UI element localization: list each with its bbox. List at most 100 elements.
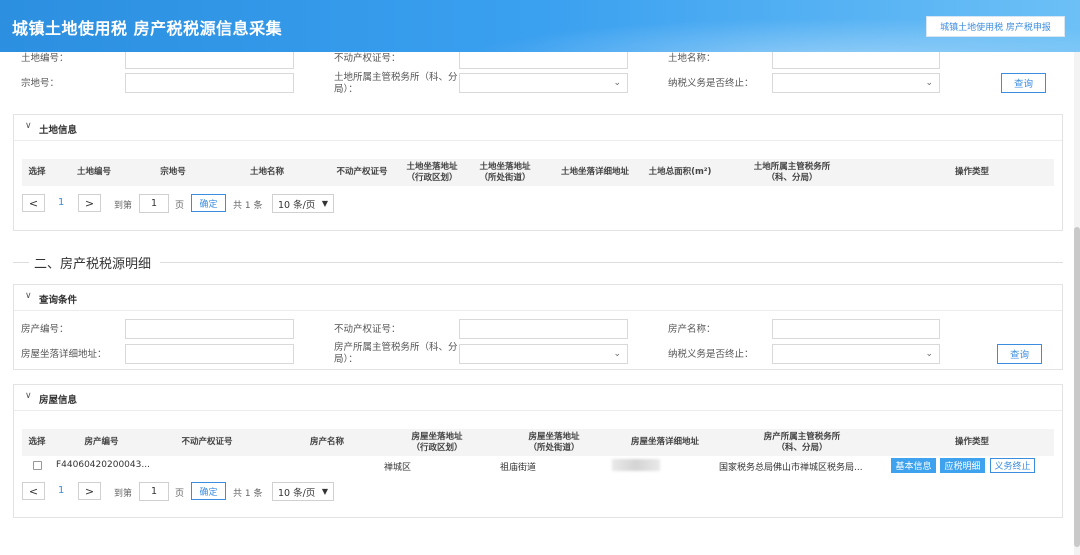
page-size-value: 10 条/页	[278, 487, 316, 499]
house-terminated-label: 纳税义务是否终止：	[668, 349, 754, 360]
chevron-down-icon: ⌄	[613, 349, 621, 359]
land-info-header[interactable]: ∨ 土地信息	[14, 115, 1062, 141]
column-header: 土地所属主管税务所 （科、分局）	[753, 161, 831, 183]
house-property-cert-input[interactable]	[459, 319, 628, 339]
row-district: 禅城区	[384, 463, 412, 473]
goto-confirm-button[interactable]: 确定	[191, 482, 226, 500]
column-header: 房屋坐落地址 （所处街道）	[528, 431, 580, 453]
goto-page-input[interactable]: 1	[139, 194, 169, 213]
chevron-down-icon: ∨	[25, 291, 32, 301]
column-header: 土地总面积(m²)	[648, 167, 712, 177]
land-info-title: 土地信息	[39, 125, 78, 136]
tax-declaration-button[interactable]: 城镇土地使用税 房产税申报	[926, 16, 1065, 37]
section-divider	[13, 262, 29, 263]
land-tax-office-label: 土地所属主管税务所（科、分局）：	[334, 72, 458, 95]
land-name-label: 土地名称：	[668, 53, 716, 64]
row-address-redacted	[612, 459, 660, 471]
column-header: 土地坐落地址 （所处街道）	[479, 161, 531, 183]
house-address-input[interactable]	[125, 344, 294, 364]
land-no-input[interactable]	[125, 52, 294, 69]
land-terminated-label: 纳税义务是否终止：	[668, 78, 754, 89]
goto-label: 到第	[114, 201, 133, 211]
house-table-header: 选择 房产编号 不动产权证号 房产名称 房屋坐落地址 （行政区划） 房屋坐落地址…	[22, 429, 1054, 456]
land-property-cert-input[interactable]	[459, 52, 628, 69]
column-header: 土地坐落地址 （行政区划）	[406, 161, 458, 183]
row-street: 祖庙街道	[500, 463, 537, 473]
column-header: 房产编号	[84, 437, 119, 447]
page-title: 城镇土地使用税 房产税税源信息采集	[12, 19, 283, 38]
chevron-down-icon: ∨	[25, 391, 32, 401]
column-header: 房屋坐落详细地址	[630, 437, 699, 447]
land-pager: < 1 > 到第 1 页 确定 共 1 条 10 条/页 ▼	[22, 194, 422, 214]
column-header: 操作类型	[954, 437, 989, 447]
row-select-checkbox[interactable]	[33, 461, 42, 470]
column-header: 土地名称	[249, 167, 284, 177]
house-info-title: 房屋信息	[39, 395, 78, 406]
column-header: 选择	[28, 167, 46, 177]
next-page-button[interactable]: >	[78, 194, 101, 212]
land-query-button[interactable]: 查询	[1001, 73, 1046, 93]
column-header: 土地坐落详细地址	[560, 167, 629, 177]
land-info-panel: ∨ 土地信息 选择 土地编号 宗地号 土地名称 不动产权证号 土地坐落地址 （行…	[13, 114, 1063, 231]
column-header: 不动产权证号	[336, 167, 388, 177]
parcel-no-input[interactable]	[125, 73, 294, 93]
land-property-cert-label: 不动产权证号：	[334, 53, 401, 64]
total-count: 共 1 条	[233, 201, 263, 211]
page-size-select[interactable]: 10 条/页 ▼	[272, 194, 334, 213]
chevron-down-icon: ⌄	[925, 78, 933, 88]
house-no-input[interactable]	[125, 319, 294, 339]
page-scrollbar[interactable]	[1074, 52, 1080, 555]
current-page[interactable]: 1	[58, 485, 64, 496]
page-unit-label: 页	[175, 201, 185, 211]
house-query-header[interactable]: ∨ 查询条件	[14, 285, 1062, 311]
column-header: 操作类型	[954, 167, 989, 177]
row-tax-office: 国家税务总局佛山市禅城区税务局...	[719, 463, 863, 473]
house-name-input[interactable]	[772, 319, 940, 339]
house-query-title: 查询条件	[39, 295, 78, 306]
house-no-label: 房产编号：	[21, 324, 69, 335]
land-tax-office-select[interactable]: ⌄	[459, 73, 628, 93]
next-page-button[interactable]: >	[78, 482, 101, 500]
page-size-value: 10 条/页	[278, 199, 316, 211]
house-info-panel: ∨ 房屋信息 选择 房产编号 不动产权证号 房产名称 房屋坐落地址 （行政区划）…	[13, 384, 1063, 518]
house-terminated-select[interactable]: ⌄	[772, 344, 940, 364]
house-info-header[interactable]: ∨ 房屋信息	[14, 385, 1062, 411]
column-header: 房屋坐落地址 （行政区划）	[411, 431, 463, 453]
house-tax-office-label: 房产所属主管税务所（科、分局）：	[334, 342, 458, 365]
taxable-detail-button[interactable]: 应税明细	[940, 458, 985, 473]
total-count: 共 1 条	[233, 489, 263, 499]
column-header: 不动产权证号	[181, 437, 233, 447]
caret-down-icon: ▼	[321, 199, 328, 208]
house-query-button[interactable]: 查询	[997, 344, 1042, 364]
section-divider	[160, 262, 1063, 263]
house-section-title: 二、房产税税源明细	[34, 257, 152, 272]
goto-page-input[interactable]: 1	[139, 482, 169, 501]
column-header: 土地编号	[76, 167, 111, 177]
prev-page-button[interactable]: <	[22, 482, 45, 500]
row-house-no: F44060420200043...	[56, 460, 150, 470]
land-table-header: 选择 土地编号 宗地号 土地名称 不动产权证号 土地坐落地址 （行政区划） 土地…	[22, 159, 1054, 186]
house-tax-office-select[interactable]: ⌄	[459, 344, 628, 364]
column-header: 房产名称	[309, 437, 344, 447]
parcel-no-label: 宗地号：	[21, 78, 60, 89]
chevron-down-icon: ⌄	[925, 349, 933, 359]
land-no-label: 土地编号：	[21, 53, 69, 64]
caret-down-icon: ▼	[321, 487, 328, 496]
land-terminated-select[interactable]: ⌄	[772, 73, 940, 93]
page-unit-label: 页	[175, 489, 185, 499]
basic-info-button[interactable]: 基本信息	[891, 458, 936, 473]
chevron-down-icon: ∨	[25, 121, 32, 131]
goto-confirm-button[interactable]: 确定	[191, 194, 226, 212]
house-address-label: 房屋坐落详细地址：	[21, 349, 107, 360]
app-header: 城镇土地使用税 房产税税源信息采集	[0, 0, 1080, 52]
current-page[interactable]: 1	[58, 197, 64, 208]
house-property-cert-label: 不动产权证号：	[334, 324, 401, 335]
prev-page-button[interactable]: <	[22, 194, 45, 212]
column-header: 选择	[28, 437, 46, 447]
land-name-input[interactable]	[772, 52, 940, 69]
scrollbar-thumb[interactable]	[1074, 227, 1080, 547]
column-header: 房产所属主管税务所 （科、分局）	[763, 431, 841, 453]
terminate-obligation-button[interactable]: 义务终止	[990, 458, 1035, 473]
column-header: 宗地号	[160, 167, 186, 177]
page-size-select[interactable]: 10 条/页 ▼	[272, 482, 334, 501]
